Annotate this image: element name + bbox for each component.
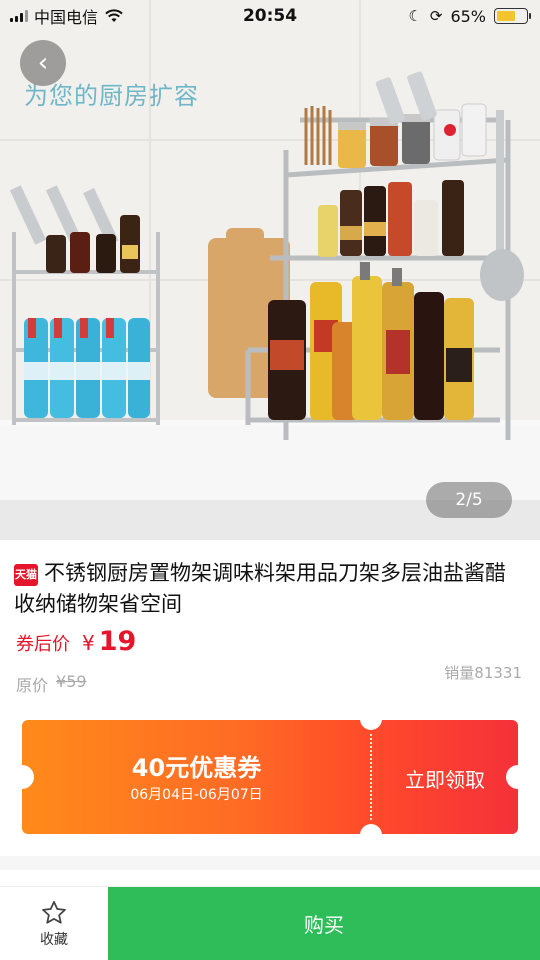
- price-label: 券后价: [16, 634, 70, 655]
- status-bar: 中国电信 20:54 ☾ ⟳ 65%: [0, 0, 540, 32]
- product-title-text: 不锈钢厨房置物架调味料架用品刀架多层油盐酱醋收纳储物架省空间: [14, 561, 506, 616]
- orientation-lock-icon: ⟳: [429, 7, 443, 25]
- carrier-label: 中国电信: [34, 8, 99, 27]
- back-button[interactable]: ‹: [20, 40, 66, 86]
- bottom-action-bar: 收藏 购买: [0, 886, 540, 960]
- coupon-amount: 40元优惠券: [131, 754, 262, 782]
- price-row: 券后价 ¥ 19: [16, 626, 136, 657]
- favorite-button[interactable]: 收藏: [0, 887, 108, 960]
- signal-icon: [10, 10, 28, 22]
- sales-count: 销量81331: [444, 664, 522, 682]
- moon-icon: ☾: [408, 7, 422, 25]
- section-divider: [0, 856, 540, 870]
- star-icon: [42, 900, 66, 924]
- battery-icon: [494, 8, 531, 24]
- favorite-label: 收藏: [40, 931, 68, 948]
- wifi-icon: [105, 9, 123, 22]
- product-title: 天猫 不锈钢厨房置物架调味料架用品刀架多层油盐酱醋收纳储物架省空间: [14, 558, 526, 620]
- original-price-row: 原价 ¥59: [16, 672, 87, 696]
- tmall-badge: 天猫: [14, 564, 38, 586]
- currency-symbol: ¥: [82, 631, 95, 655]
- buy-button[interactable]: 购买: [108, 887, 540, 960]
- back-icon: ‹: [37, 48, 49, 78]
- original-price-label: 原价: [16, 676, 49, 695]
- original-price-value: ¥59: [56, 672, 87, 691]
- claim-coupon-button[interactable]: 立即领取: [372, 764, 518, 793]
- image-counter: 2/5: [426, 482, 512, 518]
- battery-percent: 65%: [450, 6, 486, 26]
- product-image-carousel[interactable]: 为您的厨房扩容 2/5: [0, 0, 540, 540]
- price-value: 19: [98, 626, 137, 657]
- coupon-card[interactable]: 40元优惠券 06月04日-06月07日 立即领取: [10, 708, 530, 846]
- coupon-validity: 06月04日-06月07日: [130, 787, 263, 803]
